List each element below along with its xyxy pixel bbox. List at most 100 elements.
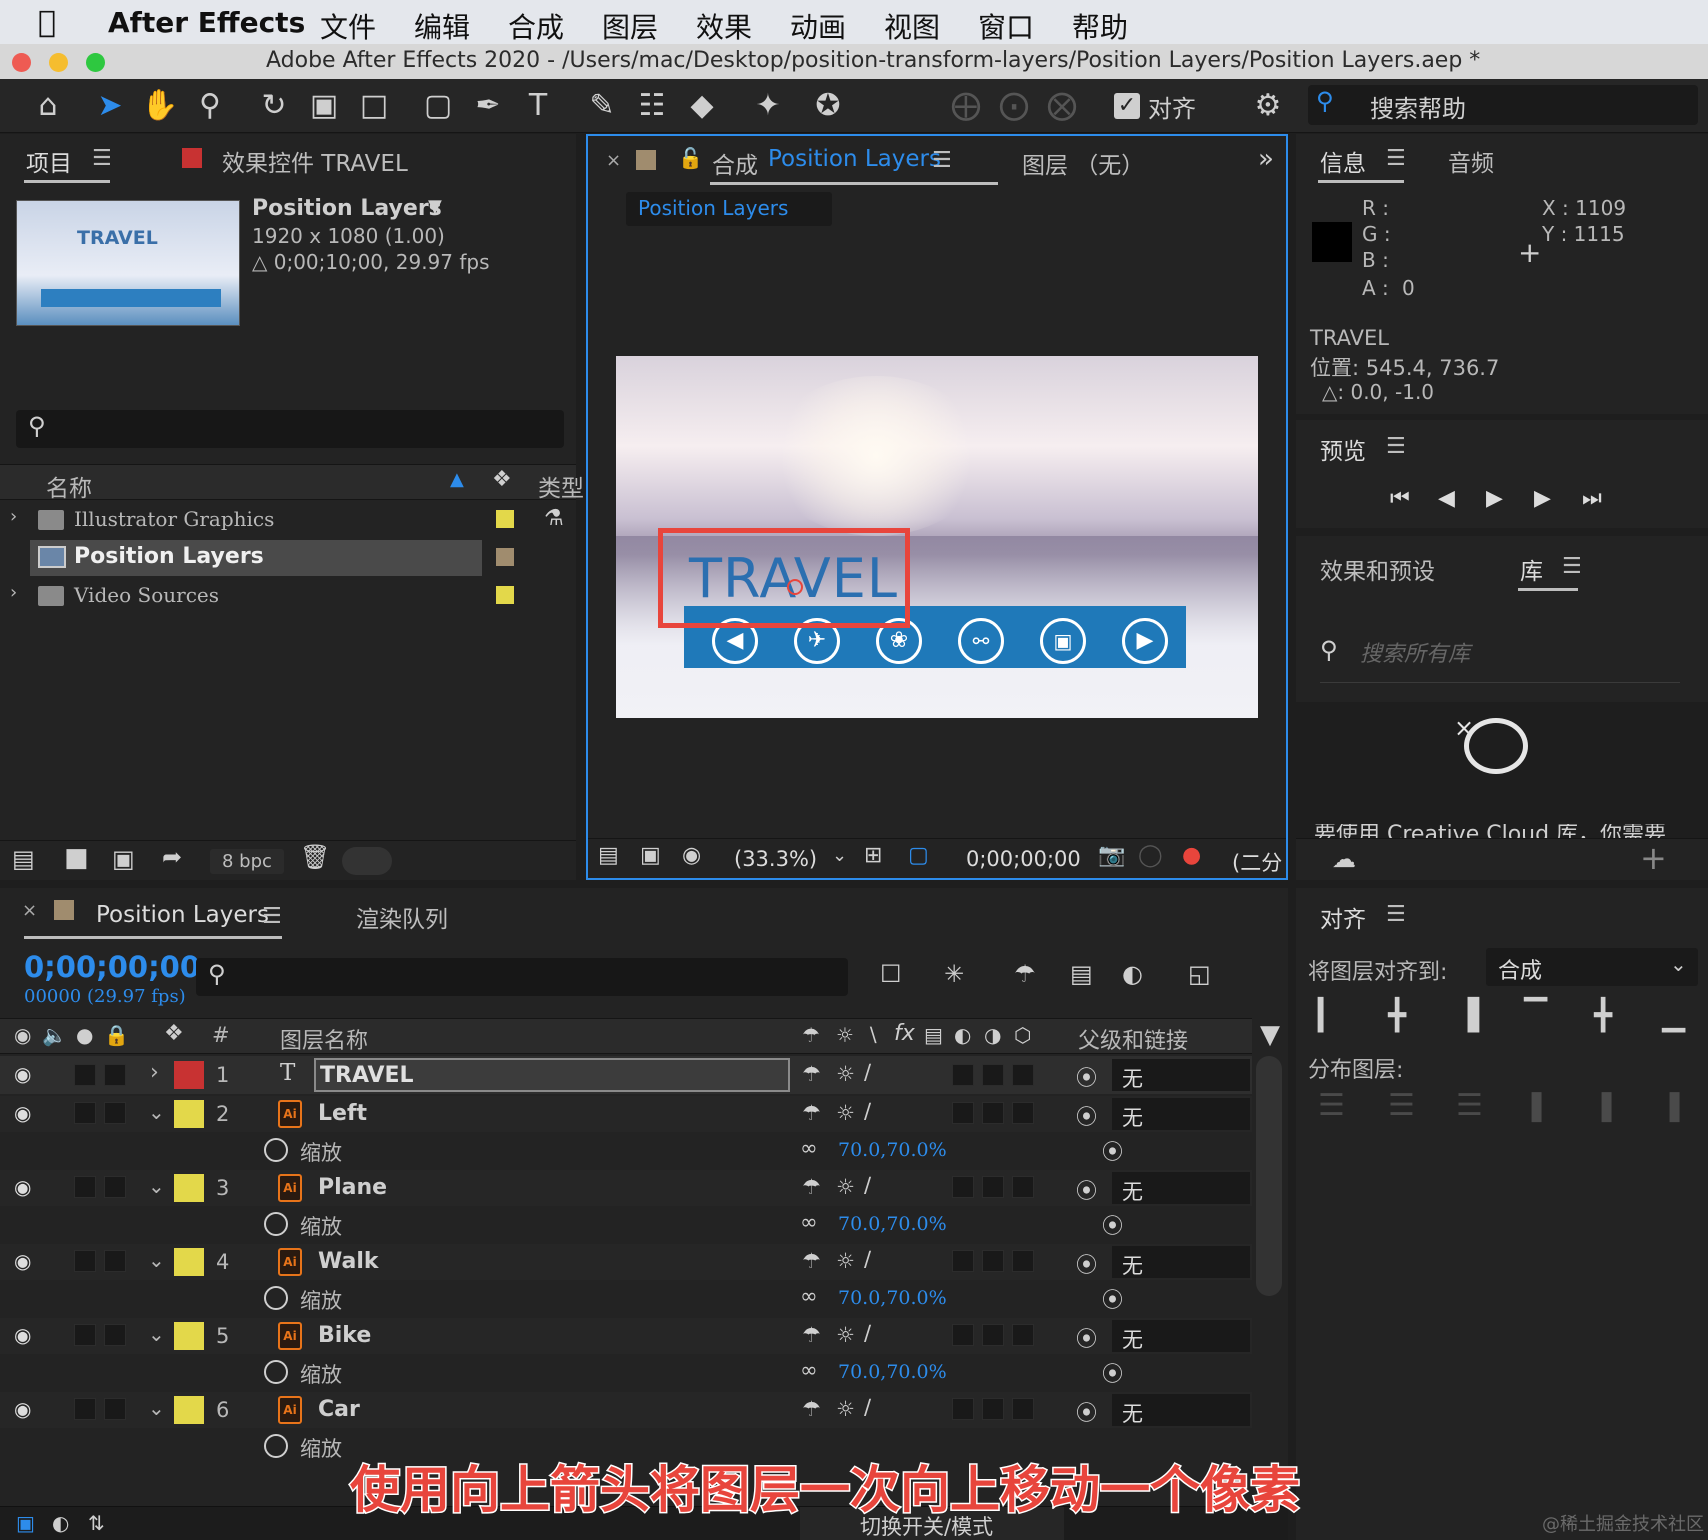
tab-align[interactable]: 对齐 bbox=[1320, 900, 1366, 934]
axis-view-icon[interactable]: ⨂ bbox=[1044, 88, 1080, 123]
label-color[interactable] bbox=[496, 548, 514, 566]
workspace-settings-icon[interactable]: ⚙ bbox=[1248, 88, 1288, 123]
tab-project[interactable]: 项目 bbox=[26, 144, 72, 178]
audio-speaker-icon[interactable]: 🔈 bbox=[42, 1023, 67, 1047]
shy-switch-icon[interactable]: ☂ bbox=[802, 1062, 821, 1086]
layer-row[interactable]: ◉ ⌄ 2 Ai Left ☂ ☼ ∕ ⦿ 无 bbox=[0, 1096, 1252, 1132]
camera-tool-icon[interactable]: ▣ bbox=[304, 88, 344, 123]
constrain-proportions-icon[interactable]: ∞ bbox=[800, 1358, 818, 1382]
rectangle-tool-icon[interactable]: ▢ bbox=[420, 88, 456, 123]
stopwatch-icon[interactable] bbox=[264, 1212, 288, 1236]
label-tag-icon[interactable]: ❖ bbox=[492, 467, 512, 492]
library-search-input[interactable]: 搜索所有库 bbox=[1360, 636, 1470, 668]
distribute-horizontal-center-icon[interactable]: ❚ bbox=[1594, 1088, 1619, 1123]
constrain-proportions-icon[interactable]: ∞ bbox=[800, 1210, 818, 1234]
column-number[interactable]: # bbox=[212, 1023, 230, 1047]
stopwatch-icon[interactable] bbox=[264, 1286, 288, 1310]
align-bottom-icon[interactable]: ▁ bbox=[1662, 998, 1685, 1033]
constrain-proportions-icon[interactable]: ∞ bbox=[800, 1284, 818, 1308]
label-tag-icon[interactable]: ❖ bbox=[164, 1021, 184, 1046]
adjust-project-icon[interactable]: ➦ bbox=[162, 843, 182, 871]
switch-slot[interactable] bbox=[1012, 1398, 1034, 1420]
home-icon[interactable]: ⌂ bbox=[30, 88, 66, 123]
switch-slot[interactable] bbox=[982, 1324, 1004, 1346]
video-eye-icon[interactable]: ◉ bbox=[14, 1023, 31, 1047]
stopwatch-icon[interactable] bbox=[264, 1434, 288, 1458]
collapse-switch-icon[interactable]: ☼ bbox=[836, 1023, 854, 1047]
switch-slot[interactable] bbox=[1012, 1324, 1034, 1346]
previous-frame-icon[interactable]: ◀ bbox=[1438, 486, 1455, 511]
hand-tool-icon[interactable]: ✋ bbox=[141, 88, 178, 123]
expression-pickwhip-icon[interactable]: ⦿ bbox=[1102, 1210, 1123, 1240]
tab-effects-presets[interactable]: 效果和预设 bbox=[1320, 552, 1435, 586]
frame-blending-icon[interactable]: ▤ bbox=[1070, 960, 1093, 988]
audio-toggle[interactable] bbox=[74, 1324, 96, 1346]
lock-toggle[interactable] bbox=[104, 1324, 126, 1346]
layer-label-color[interactable] bbox=[174, 1248, 204, 1276]
tab-timeline-comp[interactable]: Position Layers bbox=[96, 902, 269, 928]
align-top-icon[interactable]: ▔ bbox=[1524, 998, 1547, 1033]
switch-slot[interactable] bbox=[952, 1176, 974, 1198]
switch-slot[interactable] bbox=[982, 1250, 1004, 1272]
layer-switches-icon[interactable]: ▣ bbox=[16, 1511, 35, 1535]
close-tab-icon[interactable]: × bbox=[22, 900, 37, 921]
menu-edit[interactable]: 编辑 bbox=[414, 6, 470, 46]
quality-switch-icon[interactable]: ∕ bbox=[864, 1099, 871, 1123]
audio-toggle[interactable] bbox=[74, 1064, 96, 1086]
work-area-marker-icon[interactable]: ▼ bbox=[1260, 1020, 1280, 1050]
more-panels-icon[interactable]: » bbox=[1258, 144, 1274, 174]
anchor-point-icon[interactable] bbox=[787, 579, 803, 595]
quality-switch-icon[interactable]: ∖ bbox=[866, 1023, 879, 1047]
interpret-footage-icon[interactable]: ▤ bbox=[12, 845, 35, 873]
align-right-icon[interactable]: ▐ bbox=[1456, 998, 1479, 1033]
scale-value[interactable]: 70.0,70.0% bbox=[838, 1213, 947, 1235]
new-folder-icon[interactable]: ■ bbox=[64, 843, 89, 873]
menu-composition[interactable]: 合成 bbox=[508, 6, 564, 46]
expression-pickwhip-icon[interactable]: ⦿ bbox=[1102, 1358, 1123, 1388]
composition-flowchart-icon[interactable]: ☐ bbox=[880, 960, 902, 988]
shy-switch-icon[interactable]: ☂ bbox=[802, 1175, 821, 1199]
parent-pickwhip-icon[interactable]: ⦿ bbox=[1076, 1175, 1097, 1205]
new-composition-icon[interactable]: ▣ bbox=[112, 845, 135, 873]
switch-slot[interactable] bbox=[952, 1398, 974, 1420]
pan-behind-tool-icon[interactable]: □ bbox=[356, 88, 392, 123]
switch-slot[interactable] bbox=[952, 1102, 974, 1124]
libraries-menu-icon[interactable]: ☰ bbox=[1562, 554, 1582, 579]
lock-icon[interactable]: 🔒 bbox=[104, 1023, 129, 1047]
align-checkbox[interactable]: ✓ bbox=[1114, 93, 1140, 119]
bit-depth-button[interactable]: 8 bpc bbox=[210, 849, 284, 874]
sort-ascending-icon[interactable]: ▲ bbox=[450, 469, 464, 490]
show-snapshot-icon[interactable]: ◯ bbox=[1138, 843, 1163, 868]
shy-switch-icon[interactable]: ☂ bbox=[802, 1101, 821, 1125]
snapshot-camera-icon[interactable]: 📷 bbox=[1098, 843, 1125, 868]
always-preview-icon[interactable]: ▤ bbox=[598, 843, 619, 868]
scale-value[interactable]: 70.0,70.0% bbox=[838, 1287, 947, 1309]
right-arrow-icon[interactable]: ▶ bbox=[1122, 618, 1168, 664]
close-tab-icon[interactable]: × bbox=[606, 150, 621, 171]
distribute-left-icon[interactable]: ❚ bbox=[1524, 1088, 1549, 1123]
distribute-vertical-center-icon[interactable]: ☰ bbox=[1388, 1088, 1415, 1123]
layer-label-color[interactable] bbox=[174, 1322, 204, 1350]
parent-pickwhip-icon[interactable]: ⦿ bbox=[1076, 1249, 1097, 1279]
close-window-button[interactable] bbox=[12, 53, 31, 72]
solo-icon[interactable]: ● bbox=[76, 1023, 93, 1047]
collapse-switch-icon[interactable]: ☼ bbox=[836, 1323, 855, 1347]
last-frame-icon[interactable]: ⏭ bbox=[1582, 486, 1602, 511]
axis-world-icon[interactable]: ⨀ bbox=[996, 88, 1032, 123]
shy-switch-icon[interactable]: ☂ bbox=[802, 1323, 821, 1347]
chevron-right-icon[interactable]: › bbox=[150, 1060, 159, 1085]
grid-icon[interactable]: ⊞ bbox=[864, 843, 882, 868]
eraser-tool-icon[interactable]: ◆ bbox=[684, 88, 720, 123]
audio-toggle[interactable] bbox=[74, 1176, 96, 1198]
lock-toggle[interactable] bbox=[104, 1398, 126, 1420]
lock-toggle[interactable] bbox=[104, 1250, 126, 1272]
collapse-switch-icon[interactable]: ☼ bbox=[836, 1397, 855, 1421]
stopwatch-icon[interactable] bbox=[264, 1138, 288, 1162]
visibility-eye-icon[interactable]: ◉ bbox=[14, 1062, 31, 1086]
chevron-down-icon[interactable]: ⌄ bbox=[148, 1396, 165, 1420]
timeline-current-time[interactable]: 0;00;00;00 bbox=[24, 950, 200, 984]
chevron-down-icon[interactable]: ⌄ bbox=[148, 1248, 165, 1272]
timeline-search-input[interactable]: ⚲ bbox=[196, 958, 848, 996]
resolution[interactable]: (二分 bbox=[1232, 847, 1282, 877]
preview-menu-icon[interactable]: ☰ bbox=[1386, 434, 1406, 459]
